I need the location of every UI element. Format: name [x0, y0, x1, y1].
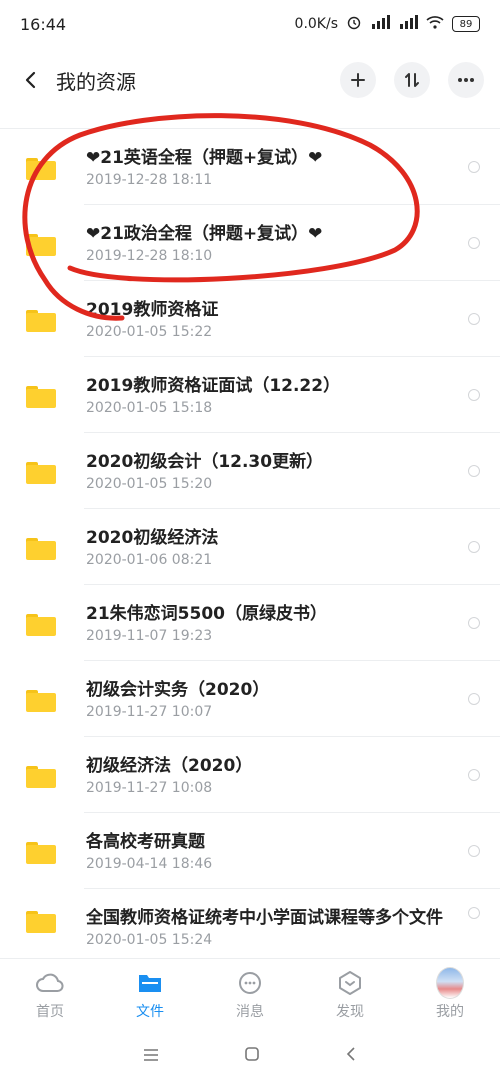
back-button[interactable] [16, 65, 46, 95]
status-bar: 16:44 0.0K/s 89 [0, 0, 500, 48]
select-radio[interactable] [468, 769, 480, 781]
folder-icon [26, 234, 56, 256]
select-radio[interactable] [468, 617, 480, 629]
file-row[interactable]: 2020初级会计（12.30更新） 2020-01-05 15:20 [0, 433, 500, 509]
file-name: ❤21英语全程（押题+复试）❤ [86, 147, 323, 168]
net-speed: 0.0K/s [294, 16, 338, 32]
folder-icon [26, 310, 56, 332]
select-radio[interactable] [468, 313, 480, 325]
file-folder-icon [136, 969, 164, 997]
file-name: 21朱伟恋词5500（原绿皮书） [86, 603, 327, 624]
folder-icon [26, 158, 56, 180]
add-button[interactable] [340, 62, 376, 98]
tab-discover[interactable]: 发现 [300, 959, 400, 1026]
file-row[interactable]: 各高校考研真题 2019-04-14 18:46 [0, 813, 500, 889]
select-radio[interactable] [468, 237, 480, 249]
tab-label: 发现 [336, 1004, 364, 1020]
folder-icon [26, 690, 56, 712]
sort-icon [405, 73, 419, 87]
file-row[interactable]: ❤21英语全程（押题+复试）❤ 2019-12-28 18:11 [0, 129, 500, 205]
select-radio[interactable] [468, 693, 480, 705]
signal-icon-2 [398, 15, 418, 33]
battery-indicator: 89 [452, 16, 480, 32]
select-radio[interactable] [468, 845, 480, 857]
header: 我的资源 [0, 52, 500, 108]
status-time: 16:44 [20, 14, 67, 34]
file-name: 2019教师资格证 [86, 299, 219, 320]
folder-icon [26, 911, 56, 933]
home-square-icon[interactable] [244, 1043, 260, 1067]
file-date: 2020-01-05 15:18 [86, 399, 213, 416]
file-name: 2020初级经济法 [86, 527, 219, 548]
select-radio[interactable] [468, 541, 480, 553]
file-date: 2019-12-28 18:10 [86, 247, 213, 264]
wifi-icon [426, 15, 444, 33]
file-name: 初级经济法（2020） [86, 755, 253, 776]
file-date: 2020-01-05 15:22 [86, 323, 213, 340]
file-date: 2020-01-05 15:24 [86, 932, 213, 948]
tab-label: 首页 [36, 1004, 64, 1020]
file-date: 2019-11-07 19:23 [86, 627, 213, 644]
sort-button[interactable] [394, 62, 430, 98]
tab-label: 我的 [436, 1004, 464, 1020]
bottom-tab-bar: 首页 文件 消息 发现 我的 [0, 958, 500, 1026]
cloud-icon [36, 969, 64, 997]
file-date: 2019-11-27 10:07 [86, 703, 213, 720]
select-radio[interactable] [468, 161, 480, 173]
tab-label: 文件 [136, 1004, 164, 1020]
file-row[interactable]: ❤21政治全程（押题+复试）❤ 2019-12-28 18:10 [0, 205, 500, 281]
tab-messages[interactable]: 消息 [200, 959, 300, 1026]
discover-hexagon-icon [336, 969, 364, 997]
file-name: 2019教师资格证面试（12.22） [86, 375, 341, 396]
file-row[interactable]: 2019教师资格证面试（12.22） 2020-01-05 15:18 [0, 357, 500, 433]
page-title: 我的资源 [56, 69, 136, 94]
system-nav-bar [0, 1026, 500, 1083]
chevron-left-icon [25, 71, 36, 89]
tab-me[interactable]: 我的 [400, 959, 500, 1026]
file-date: 2020-01-06 08:21 [86, 551, 213, 568]
tab-label: 消息 [236, 1004, 264, 1020]
folder-icon [26, 766, 56, 788]
file-name: 初级会计实务（2020） [86, 679, 270, 700]
menu-icon[interactable] [143, 1043, 159, 1067]
file-row[interactable]: 初级经济法（2020） 2019-11-27 10:08 [0, 737, 500, 813]
file-name: 全国教师资格证统考中小学面试课程等多个文件 [86, 908, 443, 928]
folder-icon [26, 462, 56, 484]
file-name: 2020初级会计（12.30更新） [86, 451, 324, 472]
plus-icon [351, 73, 365, 87]
file-row[interactable]: 21朱伟恋词5500（原绿皮书） 2019-11-07 19:23 [0, 585, 500, 661]
avatar [436, 967, 464, 999]
file-row[interactable]: 全国教师资格证统考中小学面试课程等多个文件 2020-01-05 15:24 [0, 889, 500, 958]
folder-icon [26, 386, 56, 408]
signal-icon [370, 15, 390, 33]
file-row[interactable]: 2019教师资格证 2020-01-05 15:22 [0, 281, 500, 357]
file-date: 2019-12-28 18:11 [86, 171, 213, 188]
select-radio[interactable] [468, 465, 480, 477]
tab-files[interactable]: 文件 [100, 959, 200, 1026]
file-date: 2020-01-05 15:20 [86, 475, 213, 492]
back-triangle-icon[interactable] [345, 1043, 357, 1067]
file-date: 2019-11-27 10:08 [86, 779, 213, 796]
folder-icon [26, 614, 56, 636]
file-name: ❤21政治全程（押题+复试）❤ [86, 223, 323, 244]
more-dots-icon [458, 78, 474, 82]
tab-home[interactable]: 首页 [0, 959, 100, 1026]
file-row[interactable]: 2020初级经济法 2020-01-06 08:21 [0, 509, 500, 585]
chat-bubble-icon [236, 969, 264, 997]
alarm-icon [346, 14, 362, 34]
select-radio[interactable] [468, 389, 480, 401]
status-indicators: 0.0K/s 89 [295, 14, 480, 34]
file-date: 2019-04-14 18:46 [86, 855, 213, 872]
file-list: ❤21英语全程（押题+复试）❤ 2019-12-28 18:11 ❤21政治全程（… [0, 128, 500, 958]
file-row[interactable]: 初级会计实务（2020） 2019-11-27 10:07 [0, 661, 500, 737]
folder-icon [26, 538, 56, 560]
more-button[interactable] [448, 62, 484, 98]
file-name: 各高校考研真题 [86, 831, 205, 852]
shared-folder-icon [26, 842, 56, 864]
select-radio[interactable] [468, 907, 480, 919]
